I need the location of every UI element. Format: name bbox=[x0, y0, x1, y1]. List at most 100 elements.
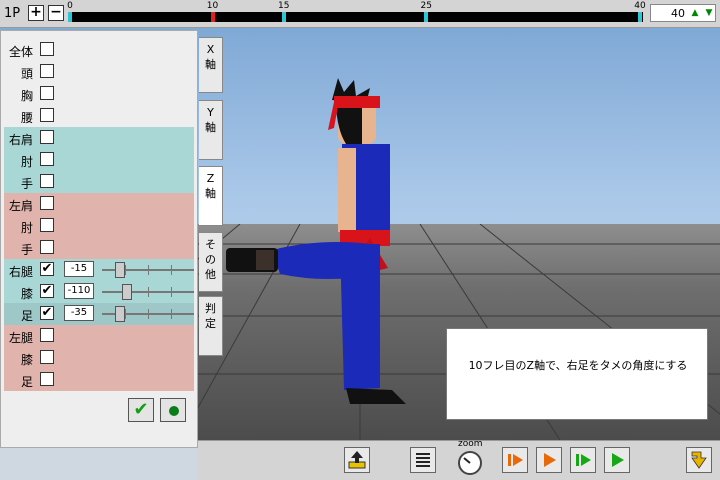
joint-checkbox[interactable] bbox=[40, 350, 54, 364]
record-button[interactable] bbox=[160, 398, 186, 422]
instruction-box: 10フレ目のZ軸で、右足をタメの角度にする bbox=[446, 328, 708, 420]
joint-checkbox[interactable] bbox=[40, 152, 54, 166]
timeline-marker-label: 15 bbox=[278, 1, 290, 11]
joint-row: 左腿 bbox=[4, 325, 194, 347]
joint-row: 手 bbox=[4, 237, 194, 259]
joint-label: 膝 bbox=[21, 353, 34, 367]
plus-icon: + bbox=[30, 4, 42, 20]
player-label: 1P bbox=[4, 6, 21, 21]
joint-checkbox[interactable] bbox=[40, 130, 54, 144]
frame-down-icon[interactable]: ▼ bbox=[703, 7, 715, 19]
slider-knob[interactable] bbox=[115, 306, 125, 322]
slider-tick bbox=[148, 287, 149, 297]
joint-checkbox[interactable]: ✔ bbox=[40, 262, 54, 276]
joint-checkbox[interactable] bbox=[40, 328, 54, 342]
joint-row: 手 bbox=[4, 171, 194, 193]
joint-label: 肘 bbox=[21, 221, 34, 235]
timeline-marker-label: 25 bbox=[420, 1, 432, 11]
joint-row: 全体 bbox=[4, 39, 194, 61]
joint-angle-input[interactable]: -15 bbox=[64, 261, 94, 277]
tab-x-axis[interactable]: X 軸 bbox=[199, 37, 223, 93]
joint-label: 右肩 bbox=[9, 133, 34, 147]
joint-angle-input[interactable]: -35 bbox=[64, 305, 94, 321]
list-button[interactable] bbox=[410, 447, 436, 473]
tab-z-axis[interactable]: Z 軸 bbox=[199, 166, 223, 226]
joint-checkbox[interactable]: ✔ bbox=[40, 284, 54, 298]
timeline-bar: 1P + − 0 10 15 25 40 40 ▲ ▼ bbox=[0, 0, 720, 28]
joint-angle-input[interactable]: -110 bbox=[64, 283, 94, 299]
tab-other[interactable]: そ の 他 bbox=[199, 232, 223, 292]
joint-label: 足 bbox=[21, 375, 34, 389]
joint-label: 手 bbox=[21, 243, 34, 257]
timeline-marker[interactable] bbox=[638, 12, 642, 22]
joint-checkbox[interactable] bbox=[40, 64, 54, 78]
slider-tick bbox=[125, 265, 126, 275]
rewind-button[interactable] bbox=[502, 447, 528, 473]
joint-checkbox[interactable] bbox=[40, 196, 54, 210]
joint-checkbox[interactable] bbox=[40, 240, 54, 254]
joint-row: 頭 bbox=[4, 61, 194, 83]
joint-label: 手 bbox=[21, 177, 34, 191]
step-forward-button[interactable] bbox=[570, 447, 596, 473]
slider-tick bbox=[125, 309, 126, 319]
slider-tick bbox=[148, 309, 149, 319]
joint-label: 腰 bbox=[21, 111, 34, 125]
zoom-out-button[interactable]: − bbox=[48, 5, 64, 21]
joint-angle-slider[interactable] bbox=[102, 262, 194, 278]
tab-hit-judgement[interactable]: 判 定 bbox=[199, 296, 223, 356]
play-button[interactable] bbox=[536, 447, 562, 473]
joint-row: 膝 ✔ -110 bbox=[4, 281, 194, 303]
tab-y-axis[interactable]: Y 軸 bbox=[199, 100, 223, 160]
zoom-in-button[interactable]: + bbox=[28, 5, 44, 21]
timeline-marker[interactable] bbox=[210, 12, 215, 22]
slider-knob[interactable] bbox=[122, 284, 132, 300]
tab-x-axis-label: X 軸 bbox=[205, 43, 216, 71]
joint-label: 頭 bbox=[21, 67, 34, 81]
joint-checkbox[interactable] bbox=[40, 372, 54, 386]
exit-icon bbox=[691, 451, 707, 469]
joint-control-panel: 全体頭胸腰右肩肘手左肩肘手右腿 ✔ -15 膝 ✔ -110 足 ✔ -35 左腿膝足 ✔ bbox=[0, 30, 198, 448]
joint-row: 右肩 bbox=[4, 127, 194, 149]
frame-timeline[interactable] bbox=[70, 12, 643, 22]
frame-counter[interactable]: 40 ▲ ▼ bbox=[650, 4, 716, 22]
fighter-character bbox=[226, 78, 406, 404]
timeline-marker[interactable] bbox=[424, 12, 429, 22]
joint-row: 左肩 bbox=[4, 193, 194, 215]
joint-angle-slider[interactable] bbox=[102, 284, 194, 300]
timeline-marker-label: 0 bbox=[67, 1, 73, 11]
timeline-marker[interactable] bbox=[281, 12, 286, 22]
record-dot-icon bbox=[169, 406, 179, 416]
zoom-dial[interactable] bbox=[458, 451, 482, 475]
joint-label: 膝 bbox=[21, 287, 34, 301]
slider-knob[interactable] bbox=[115, 262, 125, 278]
joint-row: 肘 bbox=[4, 215, 194, 237]
joint-checkbox[interactable] bbox=[40, 218, 54, 232]
joint-checkbox[interactable] bbox=[40, 86, 54, 100]
slider-tick bbox=[171, 287, 172, 297]
current-frame-value: 40 bbox=[671, 7, 685, 20]
export-button[interactable] bbox=[344, 447, 370, 473]
export-icon bbox=[348, 451, 366, 469]
joint-angle-slider[interactable] bbox=[102, 306, 194, 322]
frame-up-icon[interactable]: ▲ bbox=[689, 7, 701, 19]
joint-row: 足 bbox=[4, 369, 194, 391]
joint-checkbox[interactable] bbox=[40, 174, 54, 188]
play-forward-button[interactable] bbox=[604, 447, 630, 473]
joint-checkbox[interactable] bbox=[40, 42, 54, 56]
slider-tick bbox=[148, 265, 149, 275]
tab-other-label: そ の 他 bbox=[205, 238, 216, 281]
play-forward-icon bbox=[612, 453, 624, 467]
confirm-button[interactable]: ✔ bbox=[128, 398, 154, 422]
joint-checkbox[interactable]: ✔ bbox=[40, 306, 54, 320]
timeline-marker[interactable] bbox=[68, 12, 72, 22]
joint-row: 足 ✔ -35 bbox=[4, 303, 194, 325]
exit-button[interactable] bbox=[686, 447, 712, 473]
rewind-icon bbox=[508, 454, 523, 466]
minus-icon: − bbox=[50, 4, 62, 20]
joint-checkbox[interactable] bbox=[40, 108, 54, 122]
joint-label: 全体 bbox=[9, 45, 34, 59]
zoom-label: zoom bbox=[458, 439, 483, 449]
joint-label: 足 bbox=[21, 309, 34, 323]
tab-hit-judgement-label: 判 定 bbox=[205, 302, 216, 330]
playback-bar: zoom bbox=[198, 439, 720, 480]
